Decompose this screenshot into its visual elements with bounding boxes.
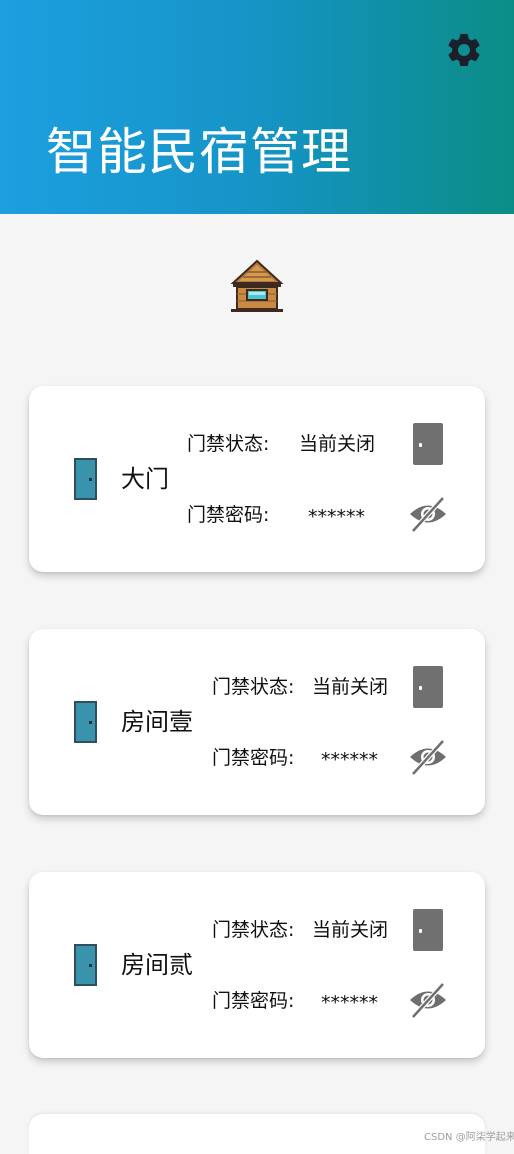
access-password-label: 门禁密码: [187, 504, 270, 526]
toggle-password-visibility-button[interactable] [407, 494, 449, 534]
door-lock-button[interactable] [411, 421, 445, 467]
eye-off-icon [410, 982, 446, 1019]
room-name: 房间壹 [121, 708, 193, 736]
door-icon [74, 458, 97, 500]
room-card[interactable]: 房间壹 门禁状态: 当前关闭 门禁密码: ****** [29, 629, 485, 815]
access-status-label: 门禁状态: [187, 433, 270, 455]
eye-off-icon [410, 496, 446, 533]
page-title: 智能民宿管理 [46, 123, 352, 181]
toggle-password-visibility-button[interactable] [407, 737, 449, 777]
access-password-value: ****** [308, 506, 365, 528]
toggle-password-visibility-button[interactable] [407, 980, 449, 1020]
door-lock-button[interactable] [411, 664, 445, 710]
access-password-value: ****** [321, 749, 378, 771]
access-status-value: 当前关闭 [299, 433, 376, 455]
room-name: 房间贰 [121, 951, 193, 979]
door-icon [74, 701, 97, 743]
access-password-label: 门禁密码: [212, 747, 295, 769]
wooden-house-icon [230, 259, 284, 312]
closed-door-icon [413, 909, 443, 951]
app-header: 智能民宿管理 [0, 0, 514, 214]
eye-off-icon [410, 739, 446, 776]
access-status-value: 当前关闭 [312, 919, 389, 941]
closed-door-icon [413, 666, 443, 708]
access-status-label: 门禁状态: [212, 676, 295, 698]
room-card[interactable]: 大门 门禁状态: 当前关闭 门禁密码: ****** [29, 386, 485, 572]
access-password-label: 门禁密码: [212, 990, 295, 1012]
access-status-value: 当前关闭 [312, 676, 389, 698]
room-card[interactable]: 房间贰 门禁状态: 当前关闭 门禁密码: ****** [29, 872, 485, 1058]
closed-door-icon [413, 423, 443, 465]
watermark: CSDN @阿柒学起来 [424, 1132, 514, 1143]
settings-button[interactable] [442, 28, 486, 72]
access-status-label: 门禁状态: [212, 919, 295, 941]
room-name: 大门 [121, 465, 169, 493]
door-lock-button[interactable] [411, 907, 445, 953]
room-card[interactable] [29, 1114, 485, 1154]
gear-icon [448, 33, 480, 66]
access-password-value: ****** [321, 992, 378, 1014]
door-icon [74, 944, 97, 986]
